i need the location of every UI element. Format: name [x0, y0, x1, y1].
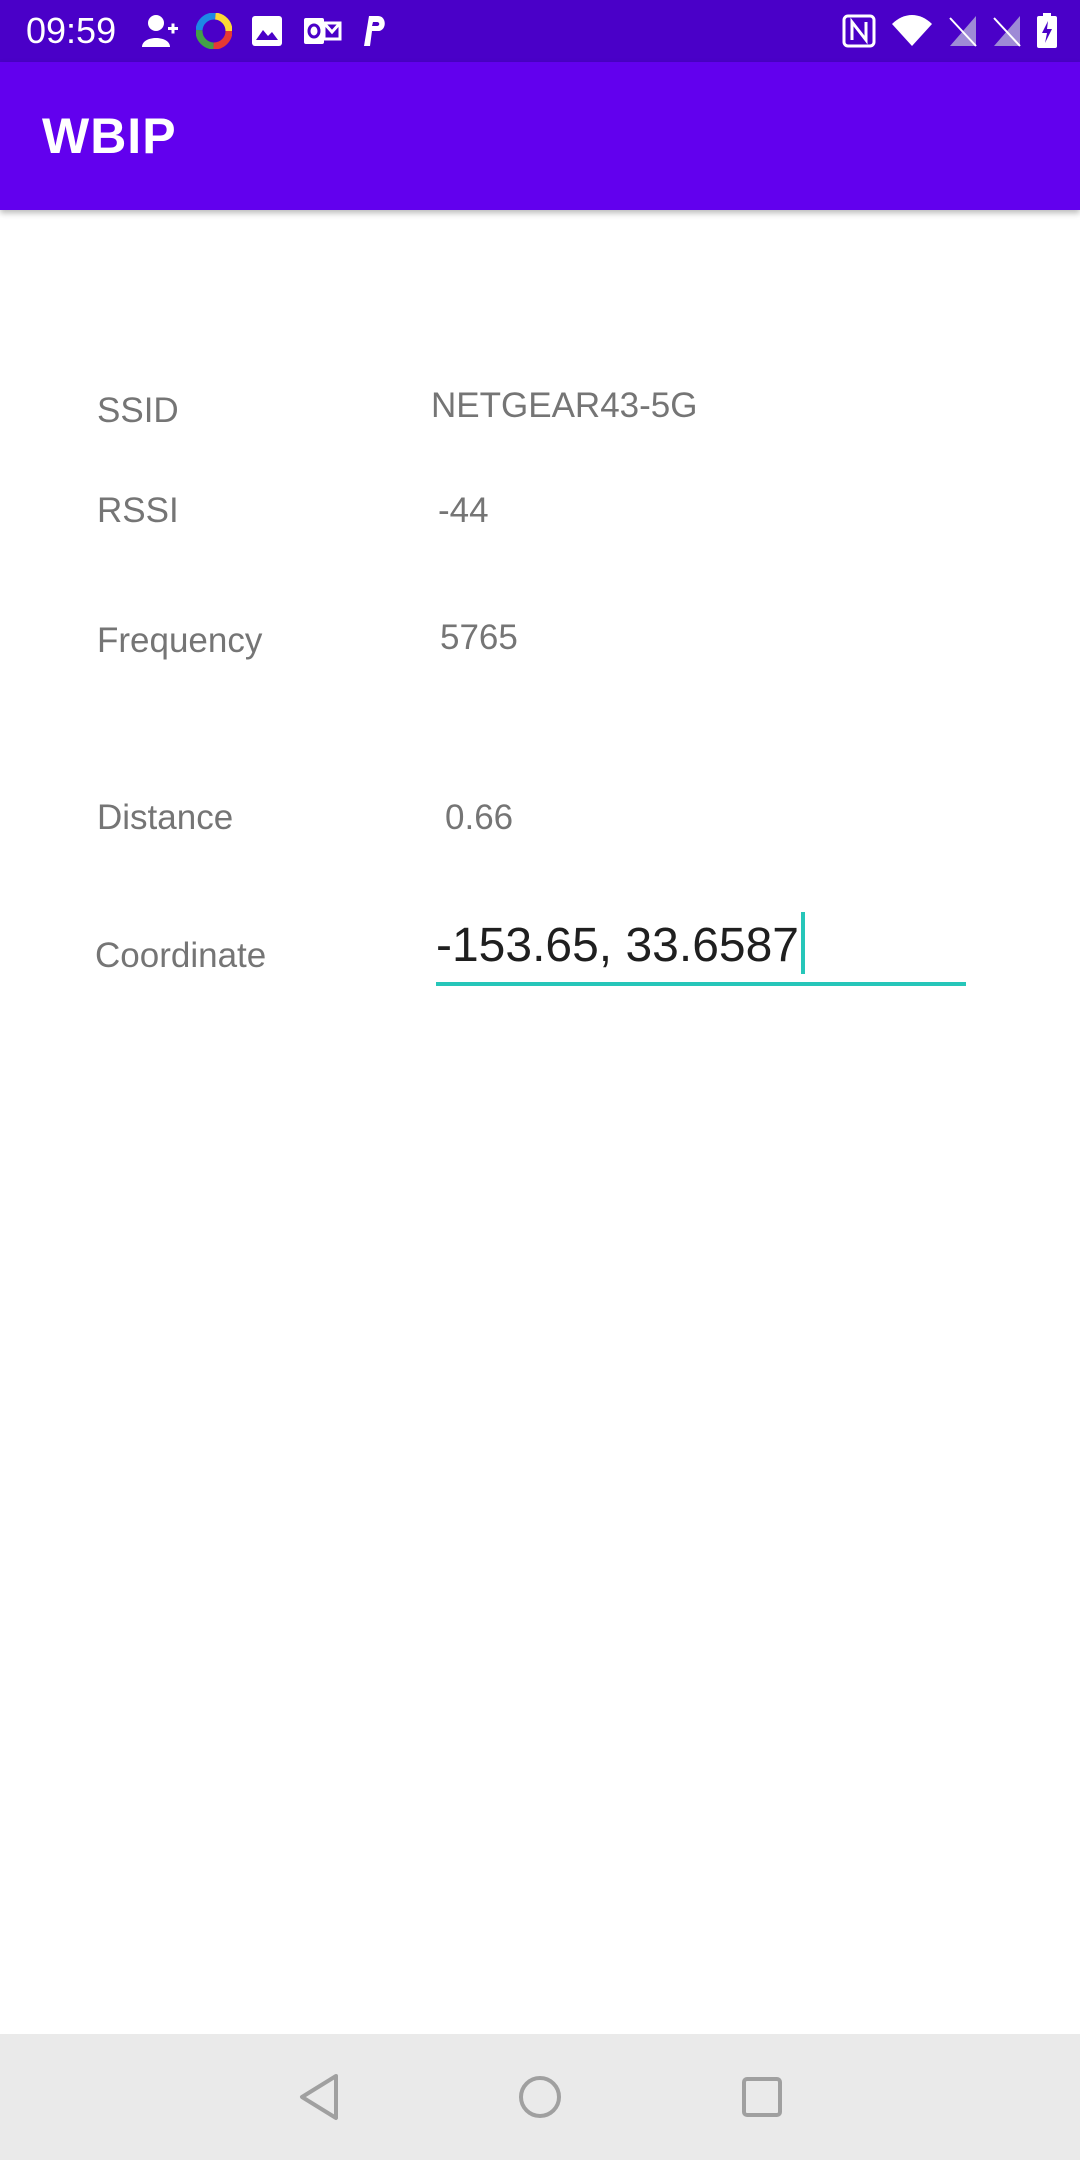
image-icon — [252, 16, 282, 46]
ssid-label: SSID — [97, 391, 179, 430]
coordinate-label: Coordinate — [95, 936, 267, 975]
signal-off-icon — [949, 16, 977, 47]
wifi-icon — [892, 15, 932, 46]
color-wheel-icon — [196, 13, 232, 49]
distance-label: Distance — [97, 798, 234, 837]
signal-off-icon — [993, 16, 1021, 47]
frequency-value: 5765 — [440, 618, 518, 657]
distance-value: 0.66 — [445, 798, 514, 837]
ssid-value: NETGEAR43-5G — [431, 386, 698, 425]
status-bar: 09:59 — [0, 0, 1080, 62]
rssi-label: RSSI — [97, 491, 179, 530]
system-icons — [842, 12, 1058, 50]
text-cursor — [801, 912, 805, 974]
person-add-icon — [142, 15, 178, 47]
app-bar: WBIP — [0, 62, 1080, 210]
home-icon — [519, 2076, 561, 2118]
back-icon — [300, 2074, 338, 2120]
app-title: WBIP — [42, 108, 177, 164]
battery-icon — [1037, 13, 1057, 48]
navigation-bar — [0, 2034, 1080, 2160]
rssi-value: -44 — [438, 491, 489, 530]
home-button[interactable] — [507, 2064, 573, 2130]
recents-icon — [742, 2077, 782, 2117]
notification-icons — [138, 12, 388, 50]
nfc-icon — [842, 14, 876, 48]
back-button[interactable] — [286, 2064, 352, 2130]
coordinate-input[interactable]: -153.65, 33.6587 — [436, 910, 966, 986]
frequency-label: Frequency — [97, 621, 263, 660]
coordinate-value[interactable]: -153.65, 33.6587 — [436, 918, 799, 974]
recents-button[interactable] — [729, 2064, 795, 2130]
status-time: 09:59 — [26, 10, 117, 51]
p-icon — [364, 16, 385, 46]
outlook-icon — [304, 18, 342, 44]
